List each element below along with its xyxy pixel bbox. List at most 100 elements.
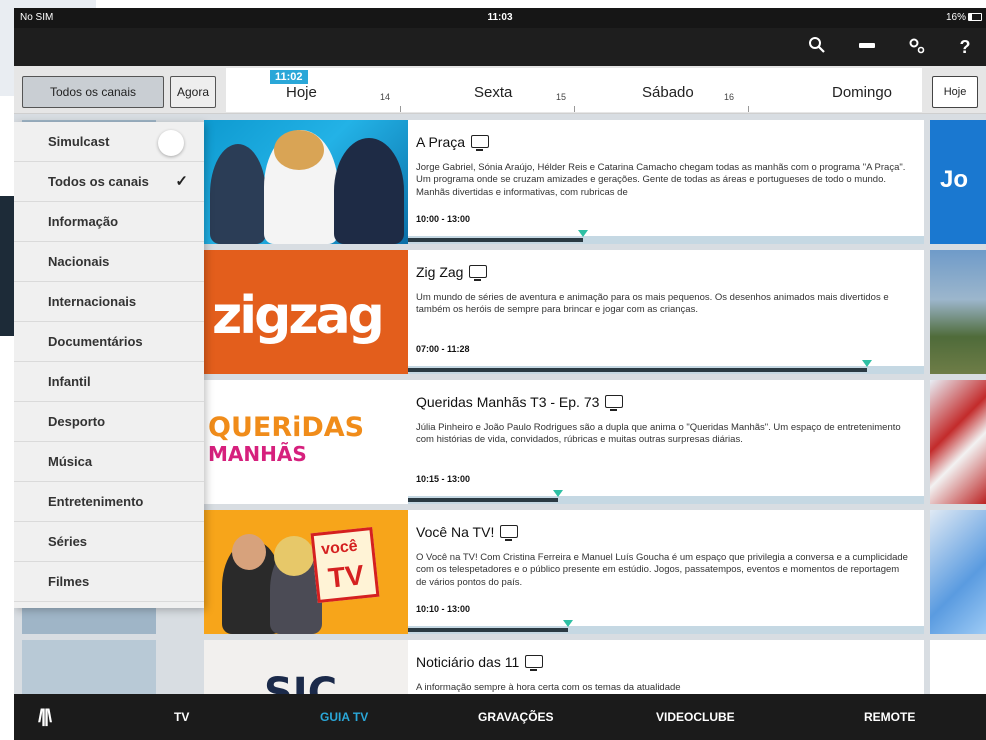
program-progress <box>408 490 924 504</box>
nav-tv[interactable]: TV <box>174 710 189 724</box>
simulcast-toggle-row[interactable]: Simulcast <box>14 122 204 162</box>
menu-item-nacionais[interactable]: Nacionais <box>14 242 204 282</box>
next-programs-column: Jo <box>930 114 986 694</box>
status-bar: No SIM 11:03 16% <box>14 8 986 28</box>
day-number: 16 <box>724 92 735 102</box>
next-program-tile[interactable] <box>930 380 986 504</box>
program-row[interactable]: QUERiDAS MANHÃS Queridas Manhãs T3 - Ep.… <box>204 380 924 504</box>
menu-item-label: Desporto <box>48 414 106 429</box>
day-name: Sábado <box>642 84 694 101</box>
app-logo: /||\ <box>38 706 52 726</box>
presenter-figure <box>334 138 404 244</box>
next-program-tile[interactable] <box>930 640 986 694</box>
presenter-figure <box>274 536 314 576</box>
program-title: Noticiário das 11 <box>416 654 544 671</box>
program-row[interactable]: SIC Noticiário das 11 A informação sempr… <box>204 640 924 694</box>
tv-icon <box>500 525 519 541</box>
day-saturday[interactable]: Sábado 16 <box>574 68 748 112</box>
menu-item-entretenimento[interactable]: Entretenimento <box>14 482 204 522</box>
program-row[interactable]: você TV Você Na TV! O Você na TV! Com Cr… <box>204 510 924 634</box>
program-logo-line: MANHÃS <box>208 442 307 466</box>
channel-filter-button[interactable]: Todos os canais <box>22 76 164 108</box>
next-program-tile[interactable]: Jo <box>930 120 986 244</box>
program-progress <box>408 360 924 374</box>
program-row[interactable]: A Praça Jorge Gabriel, Sónia Araújo, Hél… <box>204 120 924 244</box>
presenter-figure <box>274 130 324 170</box>
day-friday[interactable]: Sexta 15 <box>400 68 574 112</box>
battery-label: 16% <box>945 12 966 23</box>
nav-remote[interactable]: REMOTE <box>864 710 915 724</box>
program-info: Noticiário das 11 A informação sempre à … <box>408 640 924 694</box>
menu-item-series[interactable]: Séries <box>14 522 204 562</box>
day-selector: Todos os canais Agora 11:02 Hoje 14 Sext… <box>14 66 986 114</box>
program-logo: você TV <box>310 526 380 604</box>
next-program-tile[interactable] <box>930 250 986 374</box>
channel-tile[interactable] <box>22 640 156 694</box>
day-name: Hoje <box>286 84 317 101</box>
minus-icon[interactable] <box>856 36 878 58</box>
program-info: A Praça Jorge Gabriel, Sónia Araújo, Hél… <box>408 120 924 244</box>
menu-item-label: Nacionais <box>48 254 110 269</box>
program-logo-line: você <box>320 537 359 559</box>
program-thumbnail: zigzag <box>204 250 408 374</box>
day-sunday[interactable]: Domingo <box>748 68 922 112</box>
menu-item-all-channels[interactable]: Todos os canais ✓ <box>14 162 204 202</box>
menu-item-filmes[interactable]: Filmes <box>14 562 204 602</box>
menu-item-musica[interactable]: Música <box>14 442 204 482</box>
search-icon[interactable] <box>806 36 828 58</box>
menu-item-desporto[interactable]: Desporto <box>14 402 204 442</box>
tablet-screen: No SIM 11:03 16% ? Todos os canais Agora… <box>14 8 986 740</box>
nav-guia-tv[interactable]: GUIA TV <box>320 710 368 724</box>
program-title: Zig Zag <box>416 264 488 281</box>
program-logo-line: QUERiDAS <box>208 412 365 443</box>
day-name: Sexta <box>474 84 513 101</box>
now-button[interactable]: Agora <box>170 76 216 108</box>
program-thumbnail: você TV <box>204 510 408 634</box>
program-description: A informação sempre à hora certa com os … <box>416 682 681 693</box>
menu-item-documentarios[interactable]: Documentários <box>14 322 204 362</box>
day-number: 15 <box>556 92 567 102</box>
program-info: Queridas Manhãs T3 - Ep. 73 Júlia Pinhei… <box>408 380 924 504</box>
program-time: 10:00 - 13:00 <box>416 214 471 224</box>
menu-item-label: Informação <box>48 214 119 229</box>
channel-category-menu: Simulcast Todos os canais ✓ Informação N… <box>14 122 204 608</box>
day-today[interactable]: Hoje 14 <box>226 68 400 112</box>
menu-item-label: Séries <box>48 534 88 549</box>
channel-logo-text: zigzag <box>212 286 385 346</box>
today-button[interactable]: Hoje <box>932 76 978 108</box>
settings-icon[interactable] <box>906 36 928 58</box>
simulcast-toggle[interactable] <box>158 130 184 156</box>
day-number: 14 <box>380 92 391 102</box>
menu-item-label: Internacionais <box>48 294 137 309</box>
program-logo-line: TV <box>326 559 366 594</box>
menu-item-label: Música <box>48 454 93 469</box>
menu-item-label: Entretenimento <box>48 494 144 509</box>
program-description: Um mundo de séries de aventura e animaçã… <box>416 292 889 316</box>
program-time: 07:00 - 11:28 <box>416 344 470 354</box>
program-description: Jorge Gabriel, Sónia Araújo, Hélder Reis… <box>416 162 906 198</box>
program-thumbnail <box>204 120 408 244</box>
next-program-tile[interactable] <box>930 510 986 634</box>
day-timeline[interactable]: 11:02 Hoje 14 Sexta 15 Sábado 16 Domingo <box>226 68 922 112</box>
bottom-navigation: /||\ TV GUIA TV GRAVAÇÕES VIDEOCLUBE REM… <box>14 694 986 740</box>
program-thumbnail: QUERiDAS MANHÃS <box>204 380 408 504</box>
help-icon[interactable]: ? <box>954 36 976 58</box>
day-name: Domingo <box>832 84 893 101</box>
tv-icon <box>471 135 490 151</box>
menu-item-informacao[interactable]: Informação <box>14 202 204 242</box>
menu-item-label: Todos os canais <box>48 174 149 189</box>
current-time-badge: 11:02 <box>270 70 308 84</box>
tv-icon <box>525 655 544 671</box>
menu-item-internacionais[interactable]: Internacionais <box>14 282 204 322</box>
menu-item-label: Documentários <box>48 334 143 349</box>
program-info: Zig Zag Um mundo de séries de aventura e… <box>408 250 924 374</box>
program-row[interactable]: zigzag Zig Zag Um mundo de séries de ave… <box>204 250 924 374</box>
nav-videoclube[interactable]: VIDEOCLUBE <box>656 710 735 724</box>
program-info: Você Na TV! O Você na TV! Com Cristina F… <box>408 510 924 634</box>
program-thumbnail: SIC <box>204 640 408 694</box>
program-title: Queridas Manhãs T3 - Ep. 73 <box>416 394 624 411</box>
menu-item-infantil[interactable]: Infantil <box>14 362 204 402</box>
program-title: A Praça <box>416 134 490 151</box>
nav-gravacoes[interactable]: GRAVAÇÕES <box>478 710 554 724</box>
page-background-dark <box>0 196 14 336</box>
